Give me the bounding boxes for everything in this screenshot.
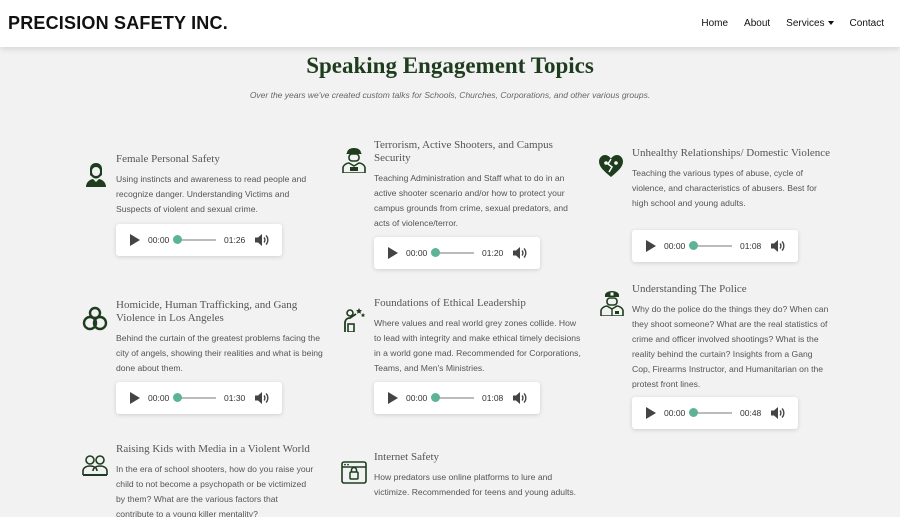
broken-heart-icon (598, 153, 624, 179)
topic-description: In the era of school shooters, how do yo… (116, 464, 314, 517)
audio-player: 00:00 01:26 (116, 224, 282, 256)
soldier-icon (341, 147, 367, 174)
page-title: Speaking Engagement Topics (306, 53, 594, 78)
audio-current-time: 00:00 (406, 248, 428, 258)
nav-about[interactable]: About (744, 18, 770, 29)
topic-title: Unhealthy Relationships/ Domestic Violen… (632, 147, 831, 159)
audio-seek-handle[interactable] (173, 393, 182, 402)
play-icon[interactable] (388, 247, 398, 259)
topic-title: Homicide, Human Trafficking, and Gang Vi… (116, 299, 298, 324)
topic-title: Internet Safety (374, 451, 440, 463)
volume-icon[interactable] (254, 233, 270, 247)
family-icon (82, 453, 108, 479)
audio-duration: 01:26 (224, 235, 246, 245)
audio-player: 00:00 01:08 (374, 382, 540, 414)
leader-icon (341, 306, 367, 333)
topic-description: Where values and real world grey zones c… (374, 318, 581, 373)
volume-icon[interactable] (254, 391, 270, 405)
play-icon[interactable] (646, 240, 656, 252)
audio-progress-track[interactable] (692, 412, 732, 414)
audio-seek-handle[interactable] (173, 235, 182, 244)
topic-title: Terrorism, Active Shooters, and Campus S… (374, 139, 553, 164)
audio-progress-track[interactable] (434, 252, 474, 254)
play-icon[interactable] (388, 392, 398, 404)
topic-card: Foundations of Ethical Leadership Where … (374, 297, 584, 376)
topic-card: Understanding The Police Why do the poli… (632, 283, 832, 392)
audio-current-time: 00:00 (148, 235, 170, 245)
volume-icon[interactable] (512, 246, 528, 260)
audio-current-time: 00:00 (664, 408, 686, 418)
topic-description: Teaching the various types of abuse, cyc… (632, 168, 817, 208)
topic-title: Female Personal Safety (116, 153, 220, 165)
volume-icon[interactable] (770, 239, 786, 253)
audio-player: 00:00 01:20 (374, 237, 540, 269)
audio-progress-track[interactable] (176, 239, 216, 241)
audio-duration: 01:08 (740, 241, 762, 251)
audio-duration: 01:30 (224, 393, 246, 403)
audio-duration: 01:20 (482, 248, 504, 258)
audio-current-time: 00:00 (406, 393, 428, 403)
chevron-down-icon (827, 21, 834, 26)
topic-title: Foundations of Ethical Leadership (374, 297, 526, 309)
handcuffs-icon (82, 306, 108, 332)
audio-player: 00:00 01:30 (116, 382, 282, 414)
page-subtitle: Over the years we've created custom talk… (249, 90, 651, 100)
play-icon[interactable] (130, 392, 140, 404)
topic-card: Internet Safety How predators use online… (374, 451, 584, 500)
audio-duration: 00:48 (740, 408, 762, 418)
police-officer-icon (599, 290, 625, 317)
topic-title: Understanding The Police (632, 283, 747, 295)
audio-seek-handle[interactable] (689, 241, 698, 250)
topic-card: Unhealthy Relationships/ Domestic Violen… (632, 147, 832, 211)
audio-duration: 01:08 (482, 393, 504, 403)
woman-icon (83, 161, 109, 187)
nav-menu: Home About Services Contact (685, 18, 884, 29)
audio-progress-track[interactable] (434, 397, 474, 399)
nav-services-label: Services (786, 18, 825, 29)
volume-icon[interactable] (770, 406, 786, 420)
volume-icon[interactable] (512, 391, 528, 405)
navbar: PRECISION SAFETY INC. Home About Service… (0, 0, 900, 47)
play-icon[interactable] (646, 407, 656, 419)
topic-card: Raising Kids with Media in a Violent Wor… (116, 443, 316, 517)
audio-seek-handle[interactable] (431, 248, 440, 257)
topic-card: Homicide, Human Trafficking, and Gang Vi… (116, 299, 326, 376)
audio-player: 00:00 01:08 (632, 230, 798, 262)
brand-logo[interactable]: PRECISION SAFETY INC. (8, 13, 228, 34)
topic-description: How predators use online platforms to lu… (374, 472, 577, 497)
play-icon[interactable] (130, 234, 140, 246)
topic-description: Why do the police do the things they do?… (632, 304, 829, 389)
internet-lock-icon (341, 460, 367, 486)
audio-progress-track[interactable] (692, 245, 732, 247)
topic-card: Terrorism, Active Shooters, and Campus S… (374, 139, 586, 231)
topic-title: Raising Kids with Media in a Violent Wor… (116, 443, 310, 455)
topic-card: Female Personal Safety Using instincts a… (116, 153, 326, 217)
audio-seek-handle[interactable] (431, 393, 440, 402)
audio-seek-handle[interactable] (689, 408, 698, 417)
audio-current-time: 00:00 (664, 241, 686, 251)
nav-home[interactable]: Home (701, 18, 728, 29)
topic-description: Using instincts and awareness to read pe… (116, 174, 307, 214)
topic-description: Behind the curtain of the greatest probl… (116, 333, 323, 373)
audio-current-time: 00:00 (148, 393, 170, 403)
topic-description: Teaching Administration and Staff what t… (374, 173, 568, 228)
audio-progress-track[interactable] (176, 397, 216, 399)
nav-contact[interactable]: Contact (850, 18, 884, 29)
audio-player: 00:00 00:48 (632, 397, 798, 429)
nav-services[interactable]: Services (786, 18, 834, 29)
